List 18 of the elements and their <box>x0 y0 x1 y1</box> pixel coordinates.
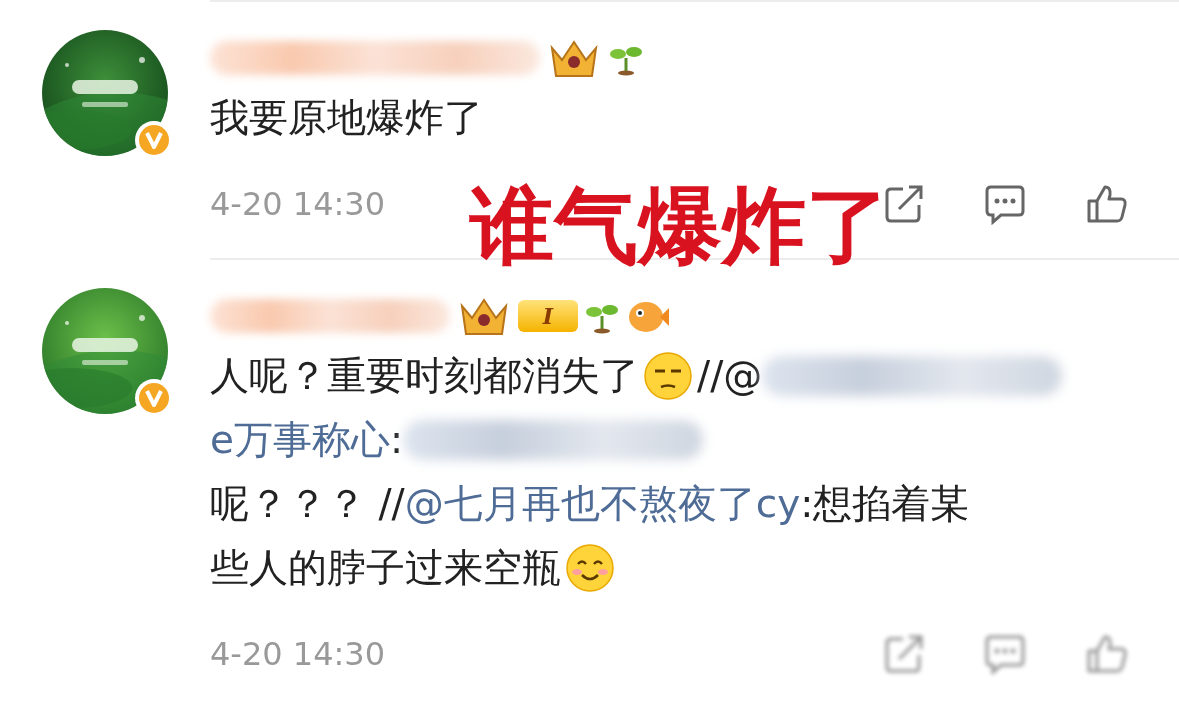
comment-text: 些人的脖子过来空瓶 <box>210 544 561 592</box>
comment-text: 呢？？？ // <box>210 480 405 528</box>
smile-emoji-icon <box>565 543 615 593</box>
comment-text: //@ <box>697 352 763 400</box>
level-badge: I <box>518 300 578 332</box>
thinking-emoji-icon <box>643 351 693 401</box>
mention-link[interactable]: @七月再也不熬夜了cy <box>404 472 801 536</box>
comment-text: 我要原地爆炸了 <box>210 94 483 142</box>
comment-text: :想掐着某 <box>800 480 970 528</box>
comment-text: : <box>390 416 404 464</box>
share-icon[interactable] <box>883 183 925 225</box>
comment-text: 人呢？重要时刻都消失了 <box>210 352 639 400</box>
comment-time: 4-20 14:30 <box>210 635 385 673</box>
mention-link[interactable]: e万事称心 <box>210 408 390 472</box>
like-icon[interactable] <box>1085 183 1129 225</box>
overlay-caption: 谁气爆炸了 <box>470 176 890 277</box>
comment-time: 4-20 14:30 <box>210 185 385 223</box>
comment-icon[interactable] <box>983 183 1027 225</box>
